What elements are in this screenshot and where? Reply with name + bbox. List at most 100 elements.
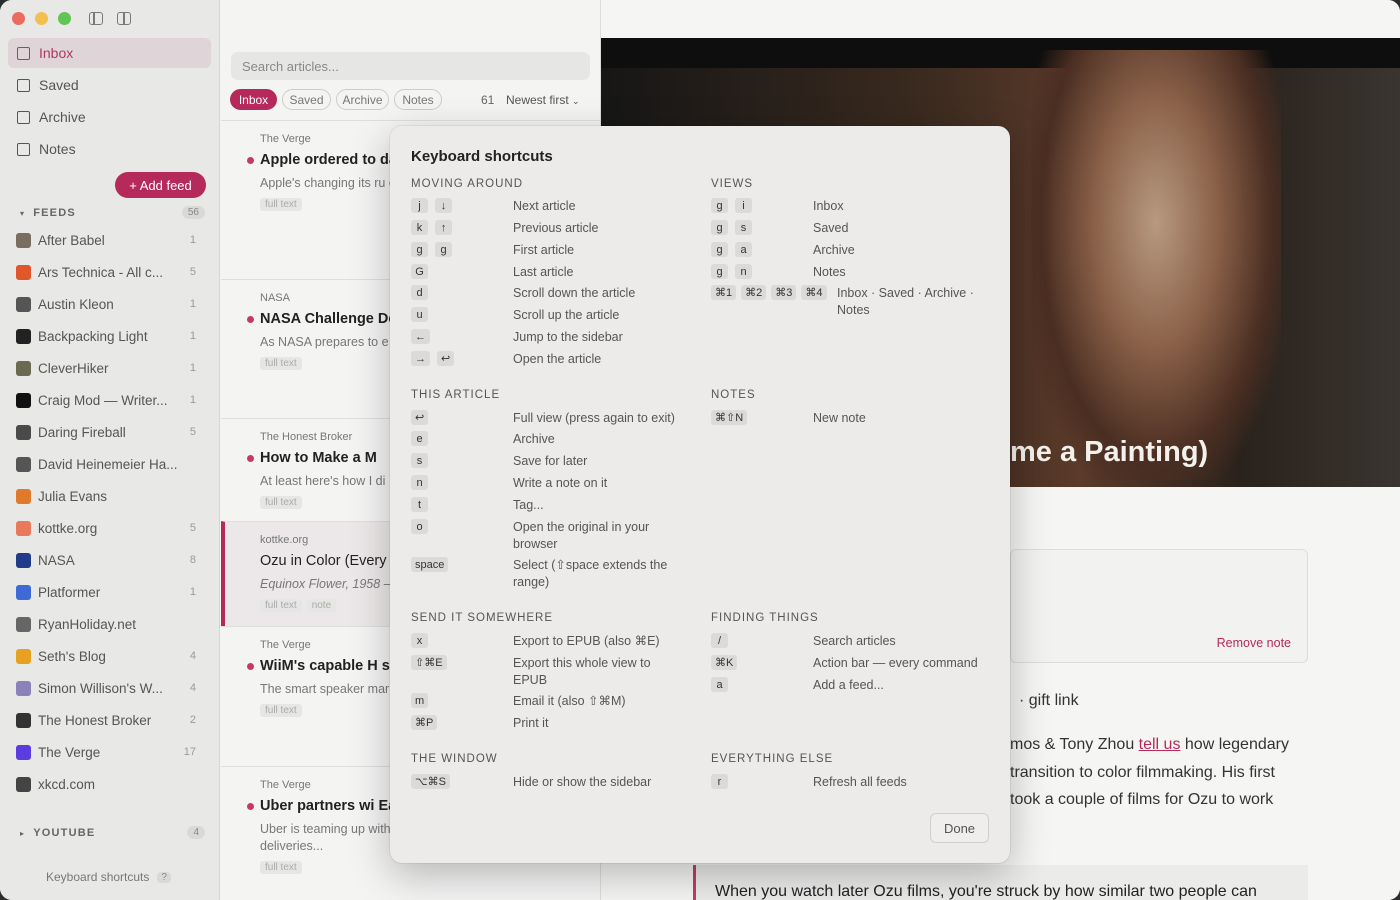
feed-item[interactable]: David Heinemeier Ha... bbox=[16, 452, 196, 476]
shortcut-keys: space bbox=[411, 557, 513, 590]
feed-item[interactable]: CleverHiker 1 bbox=[16, 356, 196, 380]
key-cap: ↑ bbox=[435, 220, 452, 235]
feed-unread-count: 17 bbox=[183, 746, 196, 758]
shortcut-description: Archive bbox=[813, 243, 855, 257]
sidebar-item-archive[interactable]: Archive bbox=[8, 102, 211, 132]
paragraph: took a couple of films for Ozu to work bbox=[1010, 791, 1274, 808]
shortcut-keys: gi bbox=[711, 198, 813, 215]
split-view-icon[interactable] bbox=[117, 12, 131, 25]
feed-name: NASA bbox=[38, 552, 75, 568]
key-cap: s bbox=[735, 220, 752, 235]
feed-unread-count: 1 bbox=[189, 362, 196, 374]
feed-favicon-icon bbox=[16, 328, 31, 344]
shortcut-row: g i Inbox bbox=[711, 198, 1001, 215]
sidebar-item-notes[interactable]: Notes bbox=[8, 134, 211, 164]
key-cap: j bbox=[411, 198, 428, 213]
feed-item[interactable]: RyanHoliday.net bbox=[16, 612, 196, 636]
feed-item[interactable]: Daring Fireball 5 bbox=[16, 420, 196, 444]
article-title-text: How to Make a M bbox=[260, 450, 377, 466]
shortcut-keys: ⌘1 ⌘2 ⌘3 ⌘4 bbox=[711, 285, 837, 318]
feed-item[interactable]: After Babel 1 bbox=[16, 228, 196, 252]
key-cap: x bbox=[411, 633, 428, 648]
shortcut-keys: k ↑ bbox=[411, 220, 513, 237]
sidebar-toggle-icon[interactable] bbox=[89, 12, 103, 25]
feed-item[interactable]: The Verge 17 bbox=[16, 740, 196, 764]
shortcut-description: Open the article bbox=[513, 352, 602, 366]
feed-item[interactable]: Craig Mod — Writer... 1 bbox=[16, 388, 196, 412]
chevron-down-icon: ▾ bbox=[20, 208, 26, 218]
minimize-window-button[interactable] bbox=[35, 12, 48, 25]
feeds-count-badge: 56 bbox=[181, 206, 205, 219]
tell-us-link[interactable]: tell us bbox=[1139, 736, 1181, 753]
key-cap: u bbox=[411, 307, 428, 322]
gift-link[interactable]: · gift link bbox=[1019, 692, 1079, 710]
add-feed-button[interactable]: + Add feed bbox=[115, 172, 206, 198]
shortcut-keys: m bbox=[411, 693, 513, 710]
keyboard-shortcuts-link[interactable]: Keyboard shortcuts ? bbox=[46, 870, 171, 884]
feed-item[interactable]: Platformer 1 bbox=[16, 580, 196, 604]
shortcut-keys: d bbox=[411, 285, 513, 302]
shortcut-row: a Add a feed... bbox=[711, 677, 1001, 694]
shortcut-row: / Search articles bbox=[711, 633, 1001, 650]
shortcut-keys: ⌘⇧N bbox=[711, 410, 813, 427]
sidebar-item-inbox[interactable]: Inbox bbox=[8, 38, 211, 68]
tag-badge: full text bbox=[260, 599, 302, 612]
filter-chip-inbox[interactable]: Inbox bbox=[230, 89, 277, 110]
key-cap: g bbox=[411, 242, 428, 257]
done-button[interactable]: Done bbox=[930, 813, 989, 843]
chevron-down-icon: ⌄ bbox=[572, 96, 580, 106]
feed-item[interactable]: Seth's Blog 4 bbox=[16, 644, 196, 668]
shortcut-description: Previous article bbox=[513, 221, 599, 235]
key-cap: G bbox=[411, 264, 428, 279]
chevron-right-icon: ▸ bbox=[20, 828, 26, 838]
feed-item[interactable]: kottke.org 5 bbox=[16, 516, 196, 540]
filter-chip-notes[interactable]: Notes bbox=[394, 89, 442, 110]
youtube-section-header[interactable]: ▸ YOUTUBE bbox=[20, 827, 95, 839]
feed-unread-count: 4 bbox=[189, 650, 196, 662]
feed-favicon-icon bbox=[16, 680, 31, 696]
feed-item[interactable]: Simon Willison's W... 4 bbox=[16, 676, 196, 700]
key-cap: ↩ bbox=[437, 351, 455, 366]
feed-favicon-icon bbox=[16, 264, 31, 280]
shortcut-keys: ⌥⌘S bbox=[411, 774, 513, 791]
feed-item[interactable]: NASA 8 bbox=[16, 548, 196, 572]
feed-item[interactable]: Austin Kleon 1 bbox=[16, 292, 196, 316]
feed-unread-count: 1 bbox=[189, 234, 196, 246]
sidebar-item-saved[interactable]: Saved bbox=[8, 70, 211, 100]
shortcut-row: k ↑ Previous article bbox=[411, 220, 701, 237]
key-cap: g bbox=[711, 220, 728, 235]
key-cap: g bbox=[711, 242, 728, 257]
shortcut-description: First article bbox=[513, 243, 575, 257]
sort-dropdown[interactable]: Newest first ⌄ bbox=[506, 93, 580, 107]
feeds-section-header[interactable]: ▾ FEEDS bbox=[20, 207, 200, 219]
feed-item[interactable]: xkcd.com bbox=[16, 772, 196, 796]
key-cap: d bbox=[411, 285, 428, 300]
shortcut-keys: ga bbox=[711, 242, 813, 259]
feed-item[interactable]: Ars Technica - All c... 5 bbox=[16, 260, 196, 284]
keyboard-shortcuts-dialog: Keyboard shortcuts MOVING AROUND j ↓ Next a… bbox=[390, 126, 1010, 863]
shortcut-keys: u bbox=[411, 307, 513, 324]
zoom-window-button[interactable] bbox=[58, 12, 71, 25]
feed-item[interactable]: Julia Evans bbox=[16, 484, 196, 508]
key-cap: e bbox=[411, 431, 428, 446]
shortcut-description: Next article bbox=[513, 199, 576, 213]
search-input[interactable]: Search articles... bbox=[231, 52, 590, 80]
shortcut-description: Archive bbox=[513, 432, 555, 446]
close-window-button[interactable] bbox=[12, 12, 25, 25]
shortcut-group-heading: EVERYTHING ELSE bbox=[711, 753, 834, 765]
tag-badge: full text bbox=[260, 357, 302, 370]
feed-item[interactable]: The Honest Broker 2 bbox=[16, 708, 196, 732]
shortcut-description: Search articles bbox=[813, 634, 896, 648]
feed-name: Seth's Blog bbox=[38, 648, 106, 664]
feed-item[interactable]: Backpacking Light 1 bbox=[16, 324, 196, 348]
dialog-title: Keyboard shortcuts bbox=[411, 148, 553, 165]
feed-favicon-icon bbox=[16, 648, 31, 664]
shortcut-description: Action bar — every command bbox=[813, 656, 978, 670]
shortcut-description: Full view (press again to exit) bbox=[513, 411, 675, 425]
shortcut-group-heading: VIEWS bbox=[711, 178, 754, 190]
shortcut-keys: n bbox=[411, 475, 513, 492]
remove-note-button[interactable]: Remove note bbox=[1217, 636, 1291, 650]
filter-chip-saved[interactable]: Saved bbox=[282, 89, 331, 110]
shortcut-row: t Tag... bbox=[411, 497, 701, 514]
filter-chip-archive[interactable]: Archive bbox=[336, 89, 389, 110]
